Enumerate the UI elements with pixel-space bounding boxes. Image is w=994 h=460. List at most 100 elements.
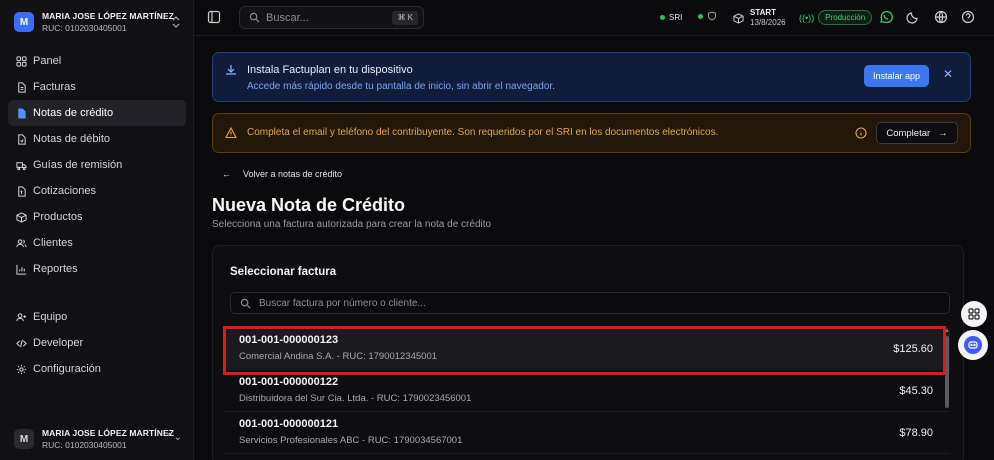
invoice-row[interactable]: 001-001-000000122 Distribuidora del Sur …: [223, 370, 950, 412]
sidebar-item-label: Clientes: [33, 237, 73, 249]
invoice-amount: $45.30: [899, 385, 933, 397]
users-icon: [16, 238, 27, 247]
sidebar-nav: Panel Facturas Notas de crédito Notas de…: [8, 48, 186, 382]
box-icon: [16, 211, 27, 223]
back-link[interactable]: ← Volver a notas de crédito: [222, 169, 342, 179]
user-name: MARIA JOSE LÓPEZ MARTÍNEZ: [42, 428, 175, 438]
invoice-client: Comercial Andina S.A. - RUC: 17900123450…: [239, 351, 438, 362]
arrow-left-icon: ←: [222, 169, 231, 179]
user-avatar: M: [14, 429, 34, 449]
sidebar-item-reportes[interactable]: Reportes: [8, 256, 186, 282]
sidebar-item-label: Productos: [33, 211, 83, 223]
moon-icon[interactable]: [906, 10, 920, 24]
complete-button-label: Completar: [886, 127, 931, 139]
environment-label: Producción: [818, 10, 873, 25]
close-icon[interactable]: ✕: [943, 67, 953, 81]
globe-icon[interactable]: [934, 10, 948, 24]
signal-icon: ((•)): [799, 12, 815, 23]
whatsapp-icon[interactable]: [879, 10, 893, 24]
user-menu[interactable]: M MARIA JOSE LÓPEZ MARTÍNEZ RUC: 0102030…: [8, 424, 188, 454]
invoice-search-placeholder: Buscar factura por número o cliente...: [259, 297, 426, 309]
back-link-label: Volver a notas de crédito: [243, 169, 343, 179]
invoice-amount: $78.90: [899, 427, 933, 439]
workspace-name: MARIA JOSE LÓPEZ MARTÍNEZ: [42, 11, 175, 21]
chevron-updown-icon: ⌃⌄: [165, 432, 182, 443]
sri-label: SRI: [669, 13, 683, 22]
page-title: Nueva Nota de Crédito: [212, 195, 406, 215]
grid-icon: [16, 55, 27, 67]
sidebar-item-productos[interactable]: Productos: [8, 204, 186, 230]
topbar: Buscar... ⌘ K SRI START 13/8/2026 ((•)) …: [194, 0, 994, 36]
sidebar-item-label: Cotizaciones: [33, 185, 96, 197]
invoice-number: 001-001-000000121: [239, 418, 339, 430]
sidebar-item-developer[interactable]: Developer: [8, 330, 186, 356]
sidebar-item-label: Configuración: [33, 363, 101, 375]
switch-icon[interactable]: [170, 16, 182, 28]
plan-badge[interactable]: START 13/8/2026: [733, 8, 786, 28]
status-dot: [660, 15, 665, 20]
search-shortcut: ⌘ K: [392, 11, 418, 25]
sidebar-item-guias-remision[interactable]: Guías de remisión: [8, 152, 186, 178]
plan-date: 13/8/2026: [750, 18, 786, 27]
search-placeholder: Buscar...: [266, 11, 309, 24]
truck-icon: [16, 161, 27, 170]
sidebar-item-label: Developer: [33, 337, 84, 349]
sidebar-item-clientes[interactable]: Clientes: [8, 230, 186, 256]
sidebar-item-label: Panel: [33, 55, 62, 67]
plan-name: START: [750, 8, 777, 17]
invoice-amount: $125.60: [893, 343, 933, 355]
assistant-button[interactable]: [958, 330, 988, 360]
search-icon: [240, 298, 251, 309]
invoice-number: 001-001-000000123: [239, 334, 339, 346]
sidebar-item-label: Notas de débito: [33, 133, 111, 145]
chart-icon: [16, 264, 27, 275]
scroll-up-icon[interactable]: ▲: [944, 328, 950, 334]
invoice-list: 001-001-000000123 Comercial Andina S.A. …: [223, 328, 950, 454]
shield-icon: [708, 11, 716, 21]
invoice-search-input[interactable]: Buscar factura por número o cliente...: [230, 292, 950, 314]
warning-text: Completa el email y teléfono del contrib…: [247, 127, 719, 138]
status-dot: [698, 13, 703, 19]
settings-icon: [16, 364, 27, 374]
invoice-row[interactable]: 001-001-000000121 Servicios Profesionale…: [223, 412, 950, 454]
sidebar-item-label: Equipo: [33, 311, 68, 323]
sidebar: M MARIA JOSE LÓPEZ MARTÍNEZ RUC: 0102030…: [0, 0, 194, 460]
certificate-status[interactable]: [698, 11, 717, 21]
grid-icon: [968, 308, 980, 320]
card-title: Seleccionar factura: [230, 266, 337, 278]
sri-status[interactable]: SRI: [660, 13, 682, 22]
sidebar-item-equipo[interactable]: Equipo: [8, 304, 186, 330]
complete-button[interactable]: Completar →: [876, 122, 958, 144]
environment-badge[interactable]: ((•)) Producción: [799, 10, 873, 25]
download-icon: [226, 65, 236, 75]
help-icon[interactable]: [961, 10, 975, 24]
workspace-avatar: M: [14, 12, 34, 32]
scrollbar[interactable]: [945, 336, 949, 408]
global-search[interactable]: Buscar... ⌘ K: [239, 6, 424, 29]
workspace-switcher[interactable]: M MARIA JOSE LÓPEZ MARTÍNEZ RUC: 0102030…: [8, 6, 188, 38]
sidebar-item-label: Facturas: [33, 81, 76, 93]
main-content: Instala Factuplan en tu dispositivo Acce…: [194, 36, 994, 460]
sidebar-item-cotizaciones[interactable]: Cotizaciones: [8, 178, 186, 204]
sidebar-item-configuracion[interactable]: Configuración: [8, 356, 186, 382]
invoice-row[interactable]: 001-001-000000123 Comercial Andina S.A. …: [223, 328, 950, 370]
apps-button[interactable]: [961, 301, 987, 327]
sidebar-item-notas-credito[interactable]: Notas de crédito: [8, 100, 186, 126]
sidebar-item-facturas[interactable]: Facturas: [8, 74, 186, 100]
page-subtitle: Selecciona una factura autorizada para c…: [212, 219, 492, 230]
user-plus-icon: [16, 312, 27, 321]
sidebar-item-label: Guías de remisión: [33, 159, 123, 171]
cube-icon: [733, 12, 744, 24]
sidebar-item-panel[interactable]: Panel: [8, 48, 186, 74]
sidebar-item-notas-debito[interactable]: Notas de débito: [8, 126, 186, 152]
sidebar-toggle-icon[interactable]: [207, 10, 221, 24]
file-credit-icon: [18, 107, 26, 119]
search-icon: [249, 12, 260, 23]
code-icon: [16, 339, 27, 347]
install-app-button[interactable]: Instalar app: [864, 65, 930, 87]
sidebar-item-label: Reportes: [33, 263, 78, 275]
invoice-client: Servicios Profesionales ABC - RUC: 17900…: [239, 435, 463, 446]
file-debit-icon: [18, 133, 26, 145]
file-icon: [18, 81, 26, 93]
info-icon[interactable]: [855, 127, 867, 139]
